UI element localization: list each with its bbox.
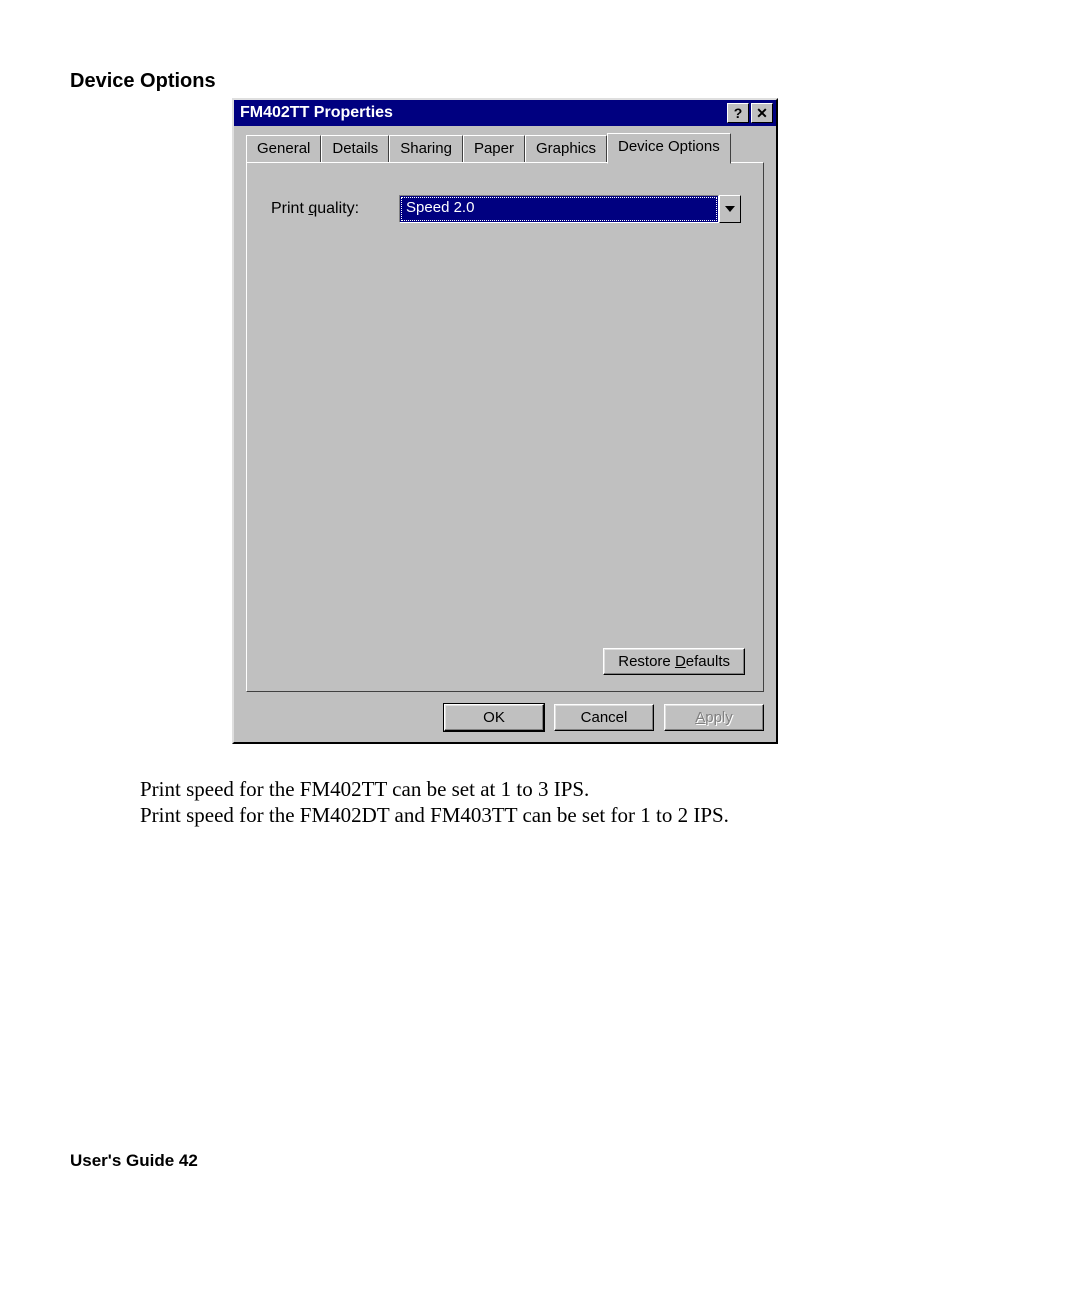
print-quality-value: Speed 2.0 <box>399 195 719 223</box>
titlebar-buttons: ? ✕ <box>727 103 773 123</box>
tab-general[interactable]: General <box>246 135 321 163</box>
apply-post: pply <box>705 709 733 726</box>
titlebar: FM402TT Properties ? ✕ <box>234 100 776 126</box>
tab-device-options[interactable]: Device Options <box>607 133 731 164</box>
tab-graphics[interactable]: Graphics <box>525 135 607 163</box>
help-button[interactable]: ? <box>727 103 749 123</box>
tab-row: General Details Sharing Paper Graphics D… <box>234 126 776 162</box>
tab-sharing[interactable]: Sharing <box>389 135 463 163</box>
restore-pre: Restore <box>618 653 675 670</box>
question-icon: ? <box>734 105 743 121</box>
restore-u: D <box>675 653 686 670</box>
ok-button[interactable]: OK <box>444 704 544 731</box>
combo-dropdown-button[interactable] <box>719 195 741 223</box>
restore-defaults-wrap: Restore Defaults <box>603 648 745 675</box>
dialog-button-row: OK Cancel Apply <box>234 704 776 741</box>
cancel-button[interactable]: Cancel <box>554 704 654 731</box>
close-icon: ✕ <box>756 105 768 122</box>
body-line-2: Print speed for the FM402DT and FM403TT … <box>140 802 729 828</box>
page-footer: User's Guide 42 <box>70 1151 198 1171</box>
print-quality-row: Print quality: Speed 2.0 <box>271 195 741 223</box>
apply-u: A <box>695 709 705 726</box>
close-button[interactable]: ✕ <box>751 103 773 123</box>
restore-post: efaults <box>686 653 730 670</box>
apply-button[interactable]: Apply <box>664 704 764 731</box>
print-quality-combo[interactable]: Speed 2.0 <box>399 195 741 223</box>
label-post: uality: <box>317 200 359 217</box>
label-pre: Print <box>271 200 308 217</box>
properties-dialog: FM402TT Properties ? ✕ General Details S… <box>232 98 778 744</box>
section-heading: Device Options <box>70 70 216 93</box>
tab-paper[interactable]: Paper <box>463 135 525 163</box>
restore-defaults-button[interactable]: Restore Defaults <box>603 648 745 675</box>
chevron-down-icon <box>725 206 735 212</box>
body-line-1: Print speed for the FM402TT can be set a… <box>140 776 729 802</box>
tab-details[interactable]: Details <box>321 135 389 163</box>
print-quality-label: Print quality: <box>271 200 359 218</box>
tab-panel: Print quality: Speed 2.0 Restore Default… <box>246 162 764 692</box>
body-text: Print speed for the FM402TT can be set a… <box>140 776 729 829</box>
label-underline: q <box>308 200 317 217</box>
titlebar-text: FM402TT Properties <box>240 104 393 122</box>
